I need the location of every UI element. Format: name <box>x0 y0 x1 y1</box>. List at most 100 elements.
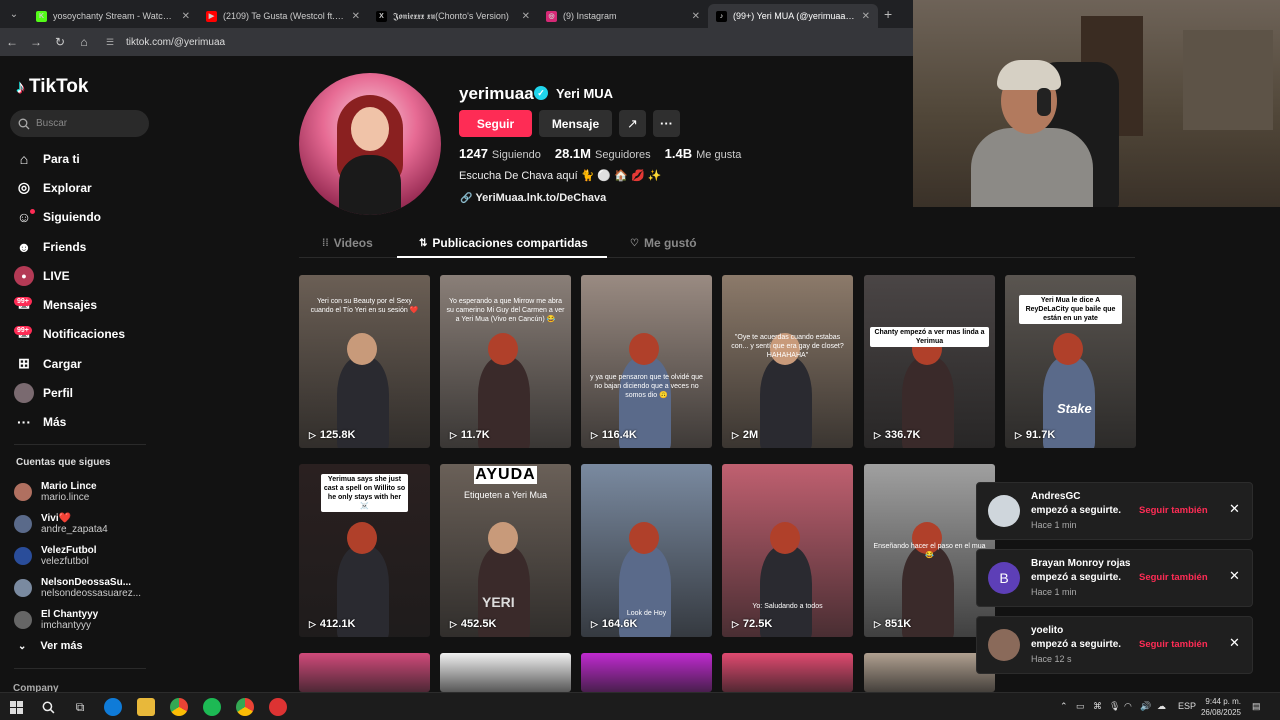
profile-link[interactable]: 🔗 YeriMuaa.lnk.to/DeChava <box>460 192 606 204</box>
browser-tab[interactable]: ▶ (2109) Te Gusta (Westcol ft. Le... ✕ <box>198 4 368 28</box>
back-icon[interactable]: ← <box>0 35 24 49</box>
home-button-icon[interactable]: ⌂ <box>72 35 96 49</box>
tray-wifi-icon[interactable]: ◠ <box>1124 701 1132 712</box>
follow-back-button[interactable]: Seguir también <box>1139 639 1208 650</box>
sidebar-item-upload[interactable]: ⊞ Cargar <box>14 349 154 378</box>
video-card[interactable] <box>440 653 571 692</box>
avatar-body <box>339 155 401 215</box>
close-tab-icon[interactable]: ✕ <box>522 11 530 22</box>
follows-title: Cuentas que sigues <box>16 457 111 468</box>
sidebar-item-more[interactable]: ··· Más <box>14 408 154 437</box>
followed-account[interactable]: VelezFutbol velezfutbol <box>14 540 154 572</box>
chrome-icon[interactable] <box>170 698 188 716</box>
edge-icon[interactable] <box>104 698 122 716</box>
search-input[interactable] <box>36 118 136 129</box>
close-tab-icon[interactable]: ✕ <box>182 11 190 22</box>
tab-reposts[interactable]: ⇅ Publicaciones compartidas <box>419 228 588 258</box>
chrome-profile-icon[interactable] <box>236 698 254 716</box>
stat-value[interactable]: 1247 <box>459 146 488 161</box>
video-card[interactable]: Yo: Saludando a todos ▷ 72.5K <box>722 464 853 637</box>
close-tab-icon[interactable]: ✕ <box>692 11 700 22</box>
video-card[interactable]: "Oye te acuerdas cuando estabas con... y… <box>722 275 853 448</box>
browser-tab[interactable]: X 𝕵𝖔𝖓𝖎𝖊𝖝𝖝𝖝 𝖝𝖚(Chonto's Version) ✕ <box>368 4 538 28</box>
video-card[interactable] <box>581 653 712 692</box>
close-icon[interactable]: ✕ <box>1229 501 1240 517</box>
company-link[interactable]: Company <box>13 683 59 692</box>
tray-onedrive-icon[interactable]: ☁ <box>1157 701 1166 712</box>
video-card[interactable] <box>299 653 430 692</box>
reload-icon[interactable]: ↻ <box>48 35 72 49</box>
video-card[interactable]: Yeri Mua le dice A ReyDeLaCity que baile… <box>1005 275 1136 448</box>
forward-icon[interactable]: → <box>24 35 48 49</box>
tab-videos[interactable]: ⁞⁞ Videos <box>322 228 373 258</box>
follow-back-button[interactable]: Seguir también <box>1139 572 1208 583</box>
video-card[interactable]: Yerimua says she just cast a spell on Wi… <box>299 464 430 637</box>
message-button[interactable]: Mensaje <box>539 110 612 137</box>
profile-icon: ● <box>14 383 34 404</box>
sidebar-item-profile[interactable]: ● Perfil <box>14 378 154 407</box>
sidebar-item-messages[interactable]: ✉99+ Mensajes <box>14 290 154 319</box>
windows-start-icon[interactable] <box>7 698 25 716</box>
see-more-button[interactable]: ⌄ Ver más <box>18 640 83 652</box>
tab-search-chevron-icon[interactable]: ⌄ <box>0 0 28 28</box>
sidebar-item-home[interactable]: ⌂ Para ti <box>14 144 154 173</box>
followed-account[interactable]: Mario Lince mario.lince <box>14 476 154 508</box>
avatar[interactable] <box>988 495 1020 527</box>
language-indicator[interactable]: ESP <box>1178 701 1196 711</box>
sidebar-item-following[interactable]: ☺ Siguiendo <box>14 203 154 232</box>
profile-avatar[interactable] <box>299 73 441 215</box>
search-box[interactable] <box>10 110 149 137</box>
tray-network-icon[interactable]: ⌘ <box>1093 701 1102 712</box>
follow-back-button[interactable]: Seguir también <box>1139 505 1208 516</box>
avatar[interactable]: B <box>988 562 1020 594</box>
stat-value[interactable]: 28.1M <box>555 146 591 161</box>
close-tab-icon[interactable]: ✕ <box>352 11 360 22</box>
video-card[interactable]: y ya que pensaron que te olvidé que no b… <box>581 275 712 448</box>
follow-button[interactable]: Seguir <box>459 110 532 137</box>
followed-account[interactable]: Vivi❤️ andre_zapata4 <box>14 508 154 540</box>
close-tab-icon[interactable]: ✕ <box>862 11 870 22</box>
video-subtitle: Etiqueten a Yeri Mua <box>463 490 548 500</box>
more-options-button[interactable]: ··· <box>653 110 680 137</box>
video-card[interactable]: Look de Hoy ▷ 164.6K <box>581 464 712 637</box>
close-icon[interactable]: ✕ <box>1229 635 1240 651</box>
see-more-label: Ver más <box>40 640 83 652</box>
notification-username[interactable]: Brayan Monroy rojas <box>1031 558 1130 569</box>
task-view-icon[interactable]: ⧉ <box>71 698 89 716</box>
tray-app-icon[interactable]: ▭ <box>1076 701 1085 712</box>
site-info-icon[interactable]: ☰ <box>106 37 120 48</box>
video-card[interactable] <box>722 653 853 692</box>
tiktok-logo[interactable]: ♪ TikTok <box>16 76 88 98</box>
taskbar-search-icon[interactable] <box>39 698 57 716</box>
video-card[interactable]: Yo esperando a que Mirrow me abra su cam… <box>440 275 571 448</box>
url-field[interactable]: ☰ tiktok.com/@yerimuaa <box>106 37 225 48</box>
new-tab-button[interactable]: + <box>884 6 892 22</box>
video-card[interactable]: AYUDA Etiqueten a Yeri Mua YERI ▷ 452.5K <box>440 464 571 637</box>
notification-center-icon[interactable]: ▤ <box>1252 701 1261 712</box>
followed-account[interactable]: El Chantyyy imchantyyy <box>14 604 154 636</box>
tray-mic-icon[interactable]: 🎙 <box>1109 701 1120 712</box>
followed-account[interactable]: NelsonDeossaSu... nelsondeossasuarez... <box>14 572 154 604</box>
avatar[interactable] <box>988 629 1020 661</box>
tray-chevron-icon[interactable]: ⌃ <box>1060 701 1068 712</box>
notification-username[interactable]: yoelito <box>1031 625 1063 636</box>
file-explorer-icon[interactable] <box>137 698 155 716</box>
browser-tab[interactable]: ◎ (9) Instagram ✕ <box>538 4 708 28</box>
tab-liked[interactable]: ♡ Me gustó <box>630 228 697 258</box>
stat-value[interactable]: 1.4B <box>665 146 692 161</box>
sidebar-item-live[interactable]: ● LIVE <box>14 261 154 290</box>
close-icon[interactable]: ✕ <box>1229 568 1240 584</box>
obs-icon[interactable] <box>269 698 287 716</box>
notification-username[interactable]: AndresGC <box>1031 491 1080 502</box>
browser-tab[interactable]: Kyosoychanty Stream - Watch Li... ✕ <box>28 4 198 28</box>
tray-volume-icon[interactable]: 🔊 <box>1140 701 1151 712</box>
sidebar-item-compass[interactable]: ◎ Explorar <box>14 173 154 202</box>
sidebar-item-friends[interactable]: ☻ Friends <box>14 232 154 261</box>
video-card[interactable]: Yeri con su Beauty por el Sexy cuando el… <box>299 275 430 448</box>
video-card[interactable]: Chanty empezó a ver mas linda a Yerimua ▷… <box>864 275 995 448</box>
share-button[interactable]: ↗ <box>619 110 646 137</box>
sidebar-item-notifications[interactable]: ✉99+ Notificaciones <box>14 320 154 349</box>
browser-tab[interactable]: ♪ (99+) Yeri MUA (@yerimuaa) of... ✕ <box>708 4 878 28</box>
taskbar-clock[interactable]: 9:44 p. m. 26/08/2025 <box>1195 696 1241 718</box>
spotify-icon[interactable] <box>203 698 221 716</box>
